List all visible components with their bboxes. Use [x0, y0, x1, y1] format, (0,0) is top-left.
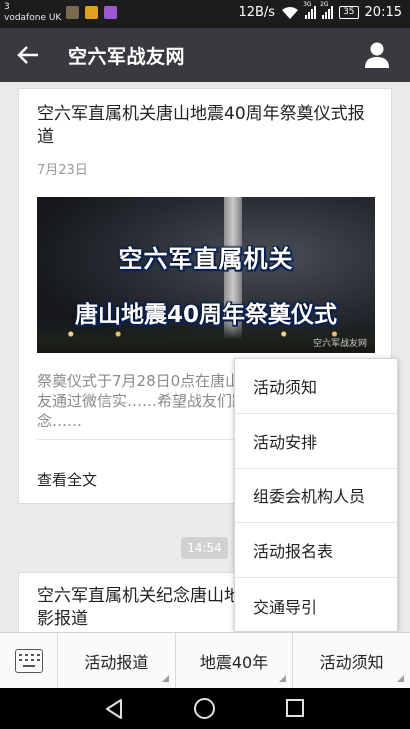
- battery-icon: 35: [339, 6, 359, 19]
- system-nav-bar: [0, 688, 410, 729]
- status-right: 12B/s 3G 2G 35 20:15: [238, 1, 402, 20]
- nav-recent-apps-icon[interactable]: [286, 699, 304, 717]
- read-full-article-link[interactable]: 查看全文: [37, 469, 97, 490]
- app-notification-icon: [85, 6, 98, 19]
- signal-type-label: 2G: [320, 1, 329, 8]
- menu-tab-earthquake-40[interactable]: 地震40年: [176, 633, 294, 688]
- back-arrow-icon: [17, 46, 38, 64]
- network-speed: 12B/s: [238, 5, 276, 20]
- app-notification-icon: [104, 6, 117, 19]
- submenu-popup: 活动须知 活动安排 组委会机构人员 活动报名表 交通导引: [234, 358, 398, 632]
- keyboard-toggle-button[interactable]: [0, 633, 58, 689]
- signal-icon: 3G: [303, 1, 317, 19]
- submenu-item[interactable]: 交通导引: [235, 578, 397, 633]
- profile-button[interactable]: [362, 40, 392, 70]
- signal-type-label: 3G: [303, 1, 312, 8]
- menu-tab-activity-notice[interactable]: 活动须知: [293, 633, 410, 688]
- submenu-indicator-icon: [279, 675, 287, 682]
- app-notification-icon: [66, 6, 79, 19]
- article-cover-image[interactable]: 空六军直属机关 唐山地震40周年祭奠仪式 空六军战友网: [37, 197, 375, 353]
- carrier-info: 3 vodafone UK: [4, 2, 61, 24]
- nav-home-icon[interactable]: [194, 698, 215, 719]
- submenu-item[interactable]: 活动须知: [235, 359, 397, 414]
- submenu-indicator-icon: [397, 675, 405, 682]
- back-button[interactable]: [12, 39, 44, 71]
- image-watermark: 空六军战友网: [312, 339, 367, 349]
- submenu-item[interactable]: 组委会机构人员: [235, 469, 397, 524]
- keyboard-icon: [14, 649, 43, 673]
- wifi-icon: [282, 6, 299, 19]
- bottom-menu-bar: 活动报道 地震40年 活动须知: [0, 632, 410, 689]
- title-bar: 空六军战友网: [0, 28, 410, 82]
- menu-tab-label: 活动须知: [319, 652, 384, 672]
- nav-back-icon[interactable]: [104, 698, 124, 720]
- status-bar: 3 vodafone UK 12B/s 3G 2G 35 20:15: [0, 0, 410, 28]
- person-icon: [365, 42, 389, 68]
- signal-icon: 2G: [320, 1, 334, 19]
- submenu-item[interactable]: 活动安排: [235, 414, 397, 469]
- clock: 20:15: [364, 5, 402, 20]
- submenu-item[interactable]: 活动报名表: [235, 523, 397, 579]
- menu-tab-label: 地震40年: [199, 652, 269, 672]
- menu-tab-activity-report[interactable]: 活动报道: [58, 633, 176, 688]
- article-title[interactable]: 空六军直属机关唐山地震40周年祭奠仪式报道: [37, 103, 377, 149]
- cover-text-line2: 唐山地震40周年祭奠仪式: [74, 302, 337, 328]
- page-title: 空六军战友网: [68, 46, 186, 68]
- carrier-name: vodafone UK: [4, 13, 62, 23]
- cover-text-line1: 空六军直属机关: [118, 245, 294, 273]
- menu-tab-label: 活动报道: [84, 652, 149, 672]
- article-date: 7月23日: [37, 163, 88, 178]
- carrier-line1: 3: [4, 2, 10, 12]
- submenu-indicator-icon: [161, 675, 169, 682]
- time-divider: 14:54: [181, 537, 228, 559]
- notification-icons: [66, 6, 117, 19]
